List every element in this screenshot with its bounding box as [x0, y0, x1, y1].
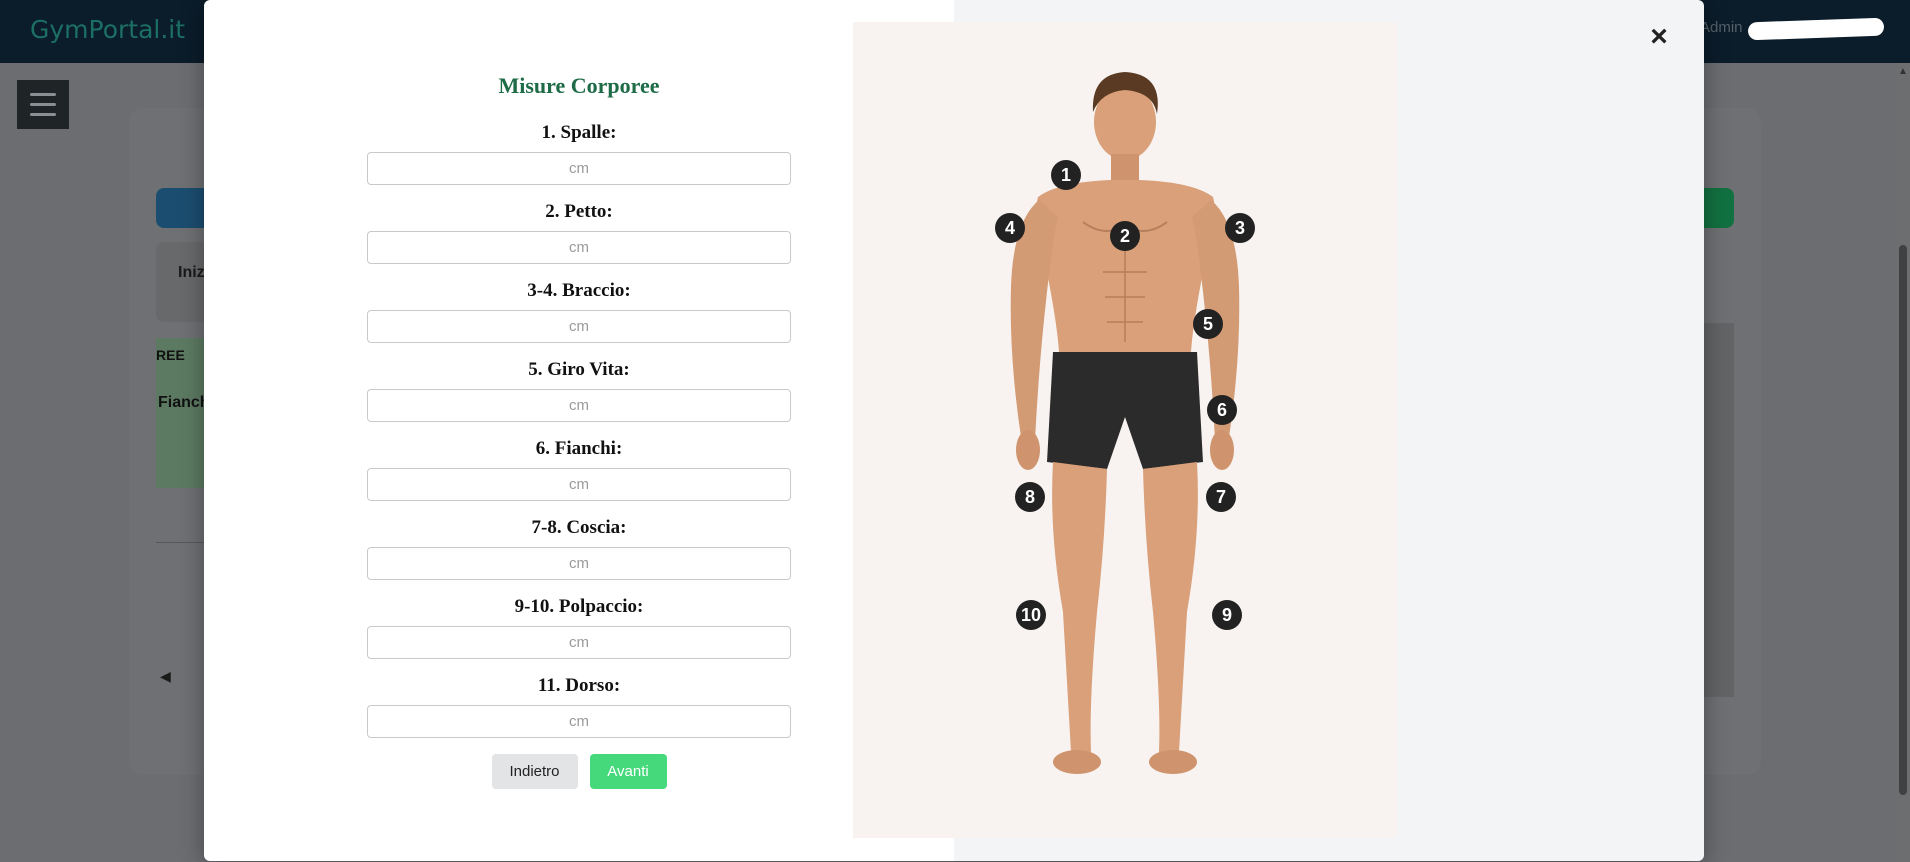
marker-6: 6	[1207, 395, 1237, 425]
measurement-field: 11. Dorso:	[367, 671, 791, 750]
measurement-input[interactable]	[367, 389, 791, 422]
left-leg	[1052, 462, 1107, 752]
brand-logo[interactable]: GymPortal.it	[30, 15, 185, 44]
right-hand	[1210, 430, 1234, 470]
measurements-form: Misure Corporee 1. Spalle: 2. Petto: 3-4. …	[204, 0, 954, 861]
measurement-label: 9-10. Polpaccio:	[514, 596, 644, 617]
svg-text:2: 2	[1120, 226, 1130, 246]
svg-text:6: 6	[1217, 400, 1227, 420]
marker-2: 2	[1110, 221, 1140, 251]
measurement-field: 1. Spalle:	[367, 118, 791, 197]
measurement-input[interactable]	[367, 705, 791, 738]
measurement-input[interactable]	[367, 310, 791, 343]
svg-text:8: 8	[1025, 487, 1035, 507]
marker-9: 9	[1212, 600, 1242, 630]
marker-1: 1	[1051, 160, 1081, 190]
button-row: Indietro Avanti	[204, 754, 954, 789]
measurement-label: 5. Giro Vita:	[528, 359, 630, 380]
svg-text:4: 4	[1005, 218, 1015, 238]
measurement-input[interactable]	[367, 547, 791, 580]
measurement-label: 1. Spalle:	[541, 122, 617, 143]
measurement-input[interactable]	[367, 626, 791, 659]
right-foot	[1149, 750, 1197, 774]
measurement-label: 2. Petto:	[545, 201, 613, 222]
measurement-label: 11. Dorso:	[537, 675, 621, 696]
marker-8: 8	[1015, 482, 1045, 512]
measurement-label: 7-8. Coscia:	[531, 517, 627, 538]
scroll-left-icon: ◀	[160, 668, 171, 684]
fields-list: 1. Spalle: 2. Petto: 3-4. Braccio: 5. Giro …	[367, 118, 791, 750]
svg-text:10: 10	[1021, 605, 1041, 625]
svg-text:5: 5	[1203, 314, 1213, 334]
measurement-field: 5. Giro Vita:	[367, 355, 791, 434]
measurement-field: 3-4. Braccio:	[367, 276, 791, 355]
measurement-input[interactable]	[367, 231, 791, 264]
back-button[interactable]: Indietro	[491, 754, 578, 789]
measurement-field: 6. Fianchi:	[367, 434, 791, 513]
measurement-label: 6. Fianchi:	[535, 438, 623, 459]
svg-text:3: 3	[1235, 218, 1245, 238]
marker-3: 3	[1225, 213, 1255, 243]
measurement-field: 7-8. Coscia:	[367, 513, 791, 592]
measurement-field: 9-10. Polpaccio:	[367, 592, 791, 671]
modal-title: Misure Corporee	[498, 73, 660, 98]
background-tab-label: Iniz	[178, 264, 205, 281]
marker-7: 7	[1206, 482, 1236, 512]
right-leg	[1143, 462, 1198, 752]
scroll-up-icon[interactable]: ▲	[1898, 66, 1908, 77]
left-foot	[1053, 750, 1101, 774]
marker-4: 4	[995, 213, 1025, 243]
marker-10: 10	[1016, 600, 1046, 630]
next-button[interactable]: Avanti	[589, 754, 667, 789]
background-panel	[1704, 323, 1734, 697]
svg-text:1: 1	[1061, 165, 1071, 185]
body-illustration: 1 2 3 4 5 6 7 8 9 10	[853, 22, 1397, 838]
body-figure-svg: 1 2 3 4 5 6 7 8 9 10	[995, 72, 1255, 774]
measurement-field: 2. Petto:	[367, 197, 791, 276]
measurement-input[interactable]	[367, 468, 791, 501]
svg-text:9: 9	[1222, 605, 1232, 625]
neck	[1111, 154, 1139, 182]
marker-5: 5	[1193, 309, 1223, 339]
redaction-scribble	[1747, 17, 1885, 41]
menu-icon[interactable]	[17, 80, 69, 129]
svg-text:7: 7	[1216, 487, 1226, 507]
measurement-label: 3-4. Braccio:	[527, 280, 631, 301]
shorts	[1047, 352, 1203, 469]
user-name[interactable]: Admin	[1700, 19, 1743, 36]
background-table-header: REE	[156, 347, 185, 363]
background-table-cell: Fianch	[158, 394, 210, 411]
close-icon[interactable]: ×	[1644, 22, 1674, 52]
measurement-input[interactable]	[367, 152, 791, 185]
scrollbar-thumb[interactable]	[1899, 245, 1907, 795]
left-hand	[1016, 430, 1040, 470]
